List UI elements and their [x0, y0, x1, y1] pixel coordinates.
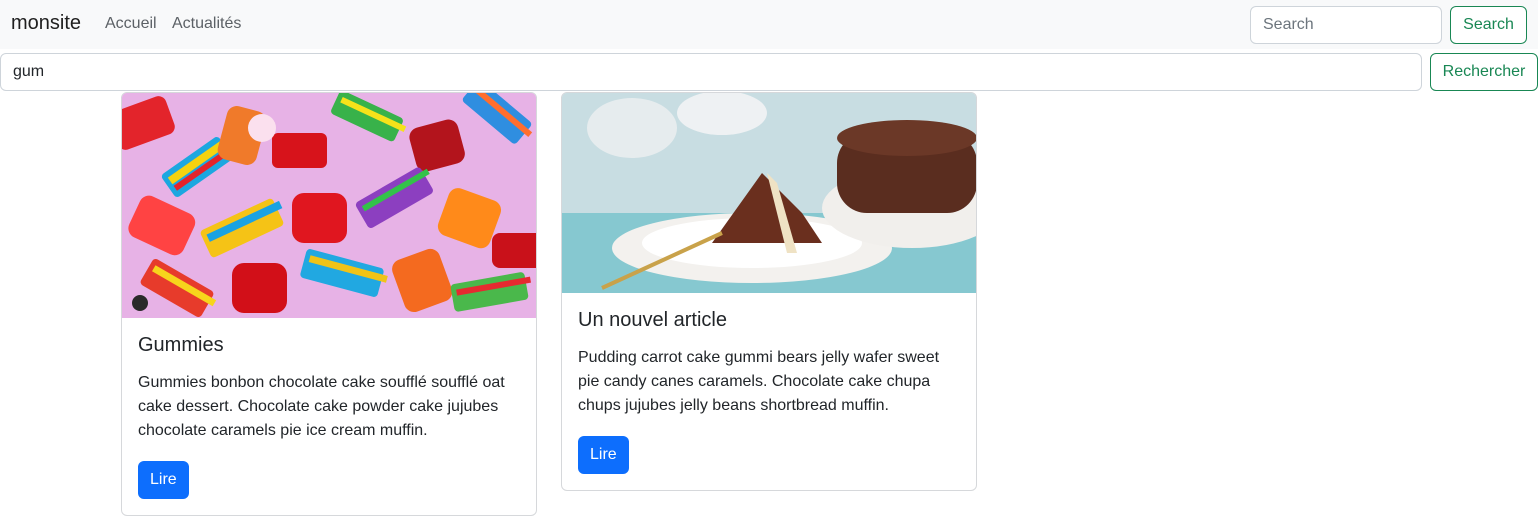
article-title: Gummies [138, 334, 224, 356]
rechercher-button[interactable]: Rechercher [1430, 53, 1538, 91]
nav-link-accueil[interactable]: Accueil [105, 15, 157, 33]
query-input[interactable] [0, 53, 1422, 91]
article-title: Un nouvel article [578, 309, 727, 331]
gummy-candies-illustration [122, 93, 536, 318]
brand-link[interactable]: monsite [11, 12, 81, 35]
read-button[interactable]: Lire [138, 461, 189, 499]
article-card: Un nouvel article Pudding carrot cake gu… [561, 92, 977, 491]
navbar: monsite Accueil Actualités Search [0, 0, 1538, 49]
read-button[interactable]: Lire [578, 436, 629, 474]
article-text: Pudding carrot cake gummi bears jelly wa… [578, 349, 940, 414]
gummies-image [122, 93, 536, 318]
navbar-search-button[interactable]: Search [1450, 6, 1527, 44]
article-card: Gummies Gummies bonbon chocolate cake so… [121, 92, 537, 516]
pudding-image [562, 93, 976, 293]
pudding-cake-illustration [562, 93, 976, 293]
nav-link-actualites[interactable]: Actualités [172, 15, 241, 33]
article-text: Gummies bonbon chocolate cake soufflé so… [138, 374, 505, 439]
navbar-search-input[interactable] [1250, 6, 1442, 44]
